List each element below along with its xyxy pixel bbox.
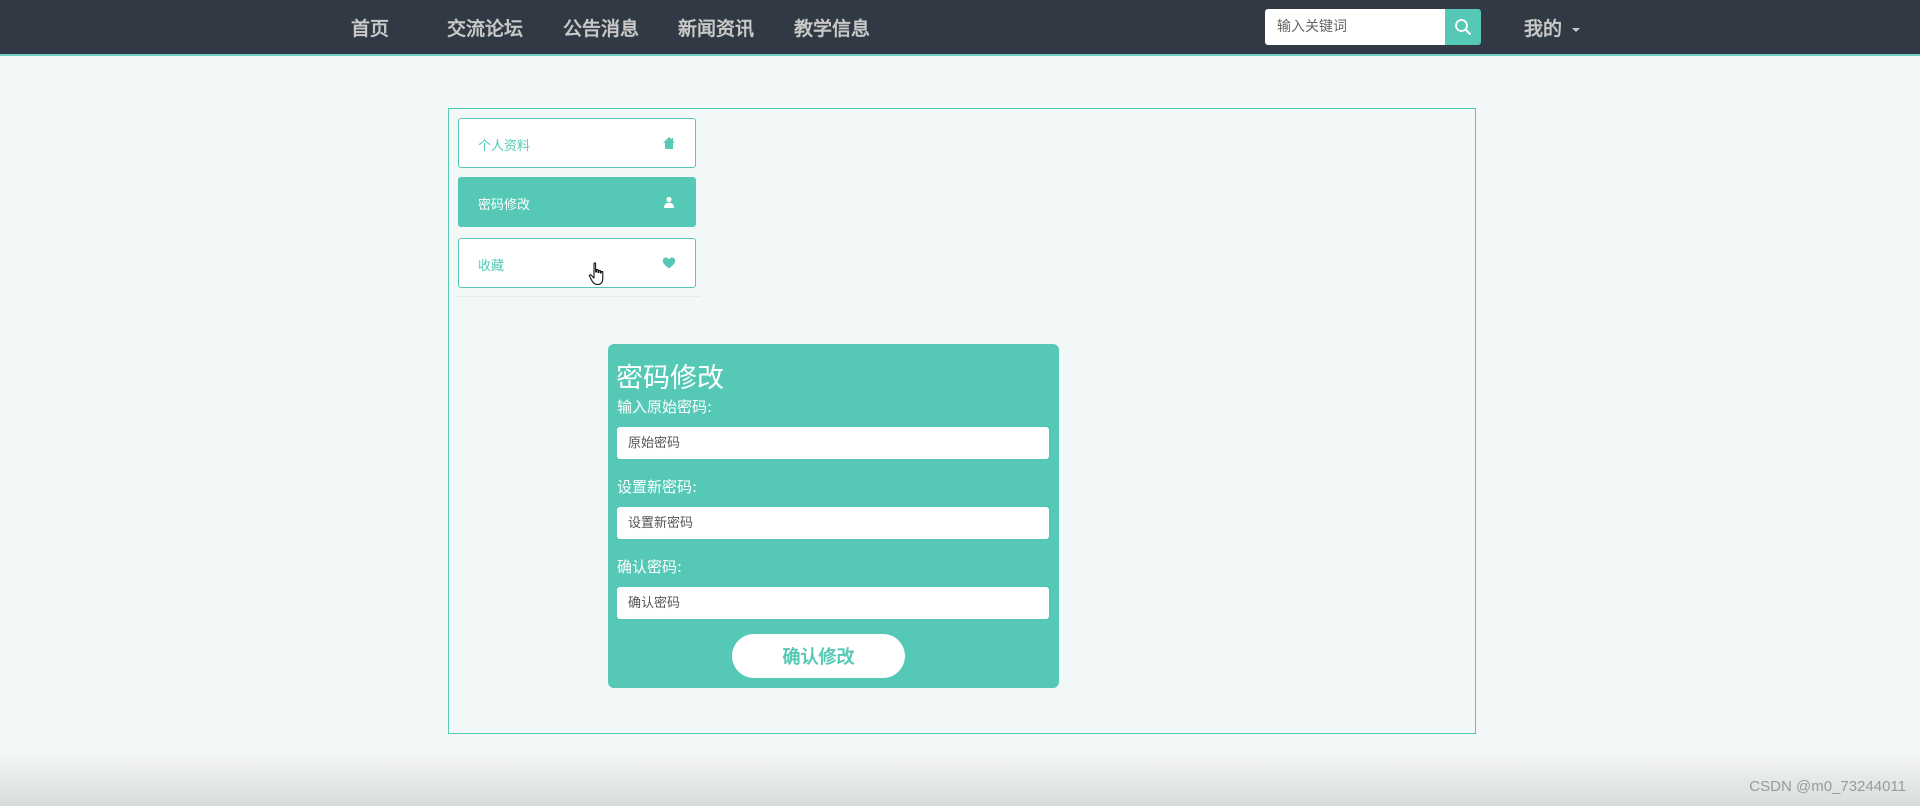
sidebar-divider [455,296,701,297]
top-navbar: 首页 交流论坛 公告消息 新闻资讯 教学信息 我的 [0,0,1920,56]
old-password-input[interactable] [617,427,1049,459]
search-icon [1455,19,1471,35]
search-button[interactable] [1445,9,1481,45]
password-form: 密码修改 输入原始密码: 设置新密码: 确认密码: 确认修改 [608,344,1059,688]
sidebar-item-label: 密码修改 [478,198,531,213]
sidebar-item-profile[interactable]: 个人资料 [458,118,696,168]
nav-home[interactable]: 首页 [351,14,389,41]
sidebar-item-label: 收藏 [478,259,505,274]
chevron-down-icon [1572,27,1581,32]
confirm-password-input[interactable] [617,587,1049,619]
nav-announcements[interactable]: 公告消息 [563,14,639,41]
watermark-text: CSDN @m0_73244011 [1749,778,1906,795]
sidebar-item-favorites[interactable]: 收藏 [458,238,696,288]
new-password-input[interactable] [617,507,1049,539]
new-password-label: 设置新密码: [617,478,698,496]
nav-teaching-info[interactable]: 教学信息 [794,14,870,41]
hand-cursor-icon [588,262,604,286]
form-title: 密码修改 [616,363,724,394]
heart-icon [662,257,676,269]
user-menu-dropdown[interactable]: 我的 [1524,14,1581,41]
confirm-change-button[interactable]: 确认修改 [732,634,905,678]
sidebar-item-password[interactable]: 密码修改 [458,177,696,227]
footer-bar [0,756,1920,806]
nav-forum[interactable]: 交流论坛 [447,14,523,41]
home-icon [663,137,675,149]
search-input[interactable] [1265,9,1446,45]
old-password-label: 输入原始密码: [617,398,713,416]
user-icon [664,196,674,208]
user-menu-label: 我的 [1524,18,1563,40]
confirm-password-label: 确认密码: [617,558,683,576]
nav-news[interactable]: 新闻资讯 [678,14,754,41]
sidebar-item-label: 个人资料 [478,139,531,154]
